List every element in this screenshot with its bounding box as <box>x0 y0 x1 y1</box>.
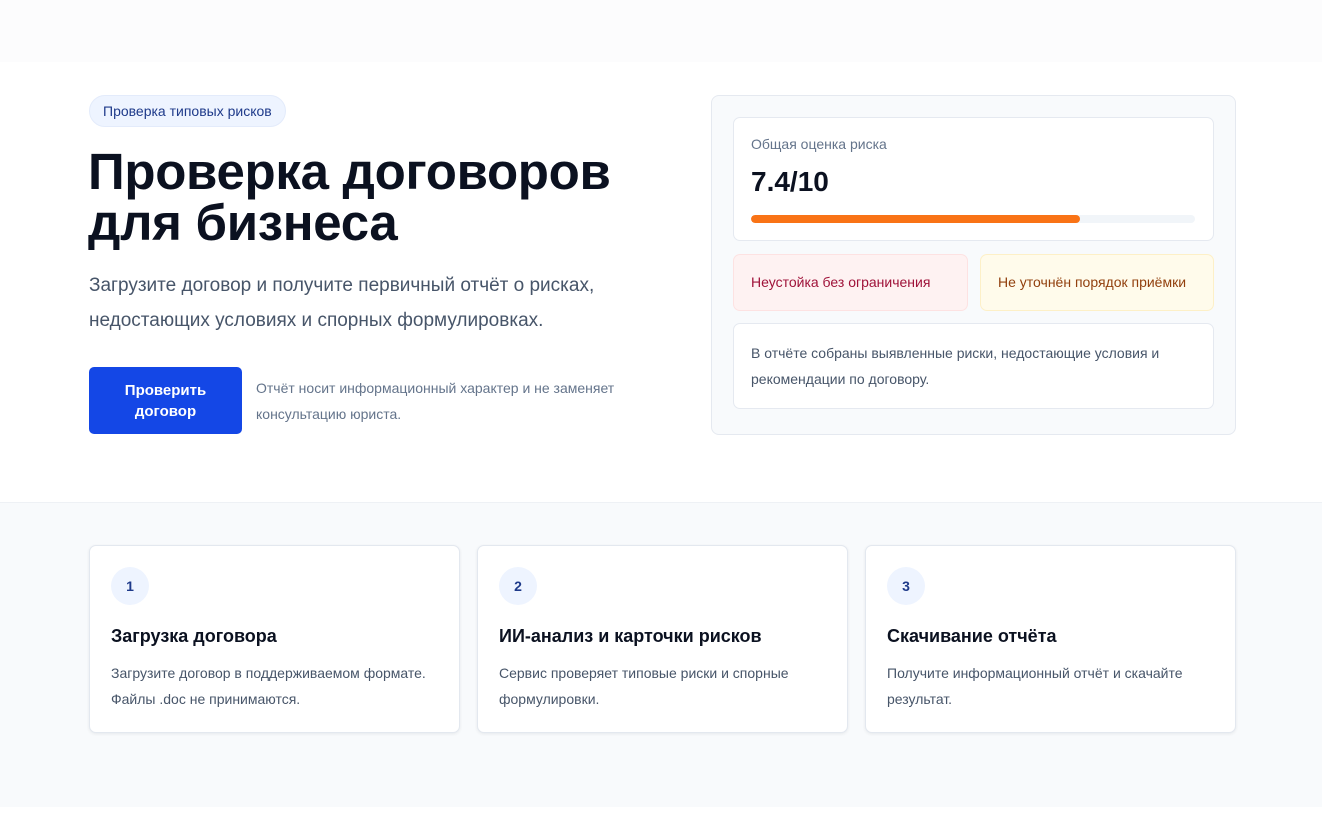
step-title: Загрузка договора <box>111 626 277 646</box>
step-description: Получите информационный отчёт и скачайте… <box>887 665 1183 707</box>
hero-subtitle: Загрузите договор и получите первичный о… <box>89 275 595 331</box>
step-description: Загрузите договор в поддерживаемом форма… <box>111 665 426 707</box>
page-title: Проверка договоров для бизнеса <box>88 143 611 251</box>
hero-badge: Проверка типовых рисков <box>89 95 286 127</box>
step-card-upload: 1 Загрузка договора Загрузите договор в … <box>89 545 460 733</box>
risk-chip-acceptance: Не уточнён порядок приёмки <box>980 254 1214 311</box>
step-card-analysis: 2 ИИ-анализ и карточки рисков Сервис про… <box>477 545 848 733</box>
report-note-text: В отчёте собраны выявленные риски, недос… <box>751 345 1160 387</box>
step-number: 3 <box>887 567 925 605</box>
risk-score-label: Общая оценка риска <box>751 136 887 152</box>
risk-score-bar <box>751 215 1195 223</box>
risk-score-bar-fill <box>751 215 1080 223</box>
risk-chip-penalty: Неустойка без ограничения <box>733 254 968 311</box>
disclaimer-text: Отчёт носит информационный характер и не… <box>256 380 615 422</box>
step-title: Скачивание отчёта <box>887 626 1057 646</box>
step-card-download: 3 Скачивание отчёта Получите информацион… <box>865 545 1236 733</box>
risk-score-value: 7.4/10 <box>751 166 829 197</box>
step-title: ИИ-анализ и карточки рисков <box>499 626 762 646</box>
check-contract-button[interactable]: Проверить договор <box>89 367 242 434</box>
step-number: 2 <box>499 567 537 605</box>
step-description: Сервис проверяет типовые риски и спорные… <box>499 665 789 707</box>
top-band <box>0 0 1322 62</box>
step-number: 1 <box>111 567 149 605</box>
bottom-band <box>0 807 1322 826</box>
